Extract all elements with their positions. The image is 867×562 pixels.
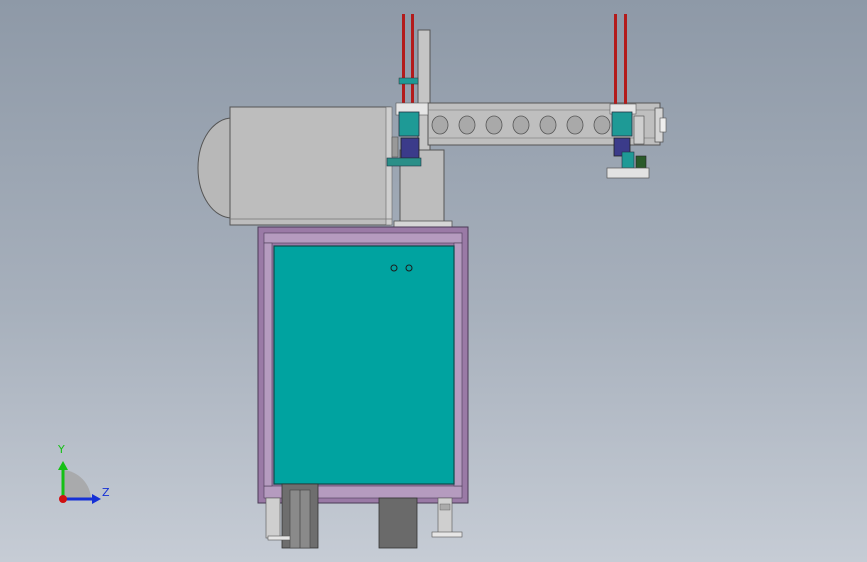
coordinate-triad <box>58 461 101 504</box>
motor-assembly[interactable] <box>197 106 393 226</box>
left-hose-b <box>411 14 414 118</box>
right-valve-block <box>611 111 633 137</box>
leveling-foot-right <box>437 497 453 535</box>
rail-hole <box>593 115 611 135</box>
column-foot-plate <box>393 220 453 228</box>
leveling-foot-left <box>265 497 281 539</box>
right-gripper-base <box>606 167 650 179</box>
access-panel <box>273 245 455 485</box>
left-hose-a <box>402 14 405 118</box>
rail-hole <box>566 115 584 135</box>
left-actuator-block <box>400 137 420 159</box>
rail-hole <box>512 115 530 135</box>
triad-quadrant-shade <box>63 470 91 499</box>
rail-hole <box>431 115 449 135</box>
rail-hole <box>458 115 476 135</box>
frame-right-post <box>453 242 463 487</box>
rail-hole <box>539 115 557 135</box>
cabinet-frame[interactable] <box>257 226 469 504</box>
triad-y-label: Y <box>58 443 65 456</box>
left-gripper-base <box>386 157 422 167</box>
rail-hole <box>485 115 503 135</box>
left-valve-block <box>398 111 420 137</box>
frame-left-post <box>263 242 273 487</box>
motor-end-cap <box>197 117 233 219</box>
cad-graphics-viewport[interactable]: Y Z <box>0 0 867 562</box>
right-pneumatic-head[interactable] <box>606 14 650 179</box>
leg-bracket-center <box>378 497 418 549</box>
x-axis-dot <box>59 495 67 503</box>
motor-housing <box>229 106 391 226</box>
triad-z-label: Z <box>102 486 110 499</box>
assembly-model[interactable] <box>0 0 867 562</box>
frame-top-rail <box>263 232 463 244</box>
